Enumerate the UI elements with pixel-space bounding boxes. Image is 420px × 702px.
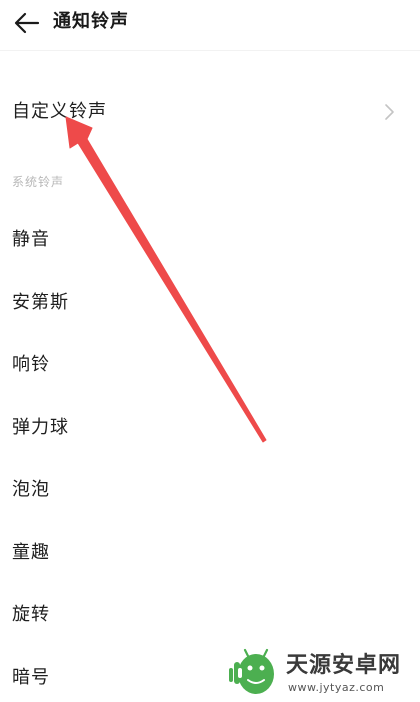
ringtone-label: 静音 — [12, 229, 50, 250]
ringtone-item-spin[interactable]: 旋转 — [0, 587, 420, 650]
custom-ringtone-label: 自定义铃声 — [12, 101, 107, 122]
watermark: 天源安卓网 www.jytyaz.com — [226, 648, 416, 700]
header-bar: 通知铃声 — [0, 0, 420, 46]
custom-ringtone-row[interactable]: 自定义铃声 — [0, 86, 420, 138]
android-logo-icon — [229, 648, 274, 694]
arrow-left-icon — [14, 12, 40, 34]
ringtone-item-ring[interactable]: 响铃 — [0, 337, 420, 400]
ringtone-item-silent[interactable]: 静音 — [0, 212, 420, 275]
watermark-title: 天源安卓网 — [286, 653, 402, 678]
ringtone-item-bubbles[interactable]: 泡泡 — [0, 462, 420, 525]
back-button[interactable] — [10, 6, 44, 40]
ringtone-item-andes[interactable]: 安第斯 — [0, 275, 420, 338]
system-ringtones-section-label: 系统铃声 — [12, 175, 65, 189]
watermark-url: www.jytyaz.com — [288, 681, 385, 694]
ringtone-label: 泡泡 — [12, 479, 50, 500]
ringtone-label: 响铃 — [12, 354, 50, 375]
notification-ringtone-screen: 通知铃声 自定义铃声 系统铃声 静音 安第斯 响铃 弹力球 泡泡 童趣 旋转 暗… — [0, 0, 420, 702]
ringtone-label: 安第斯 — [12, 291, 69, 313]
header-divider — [0, 50, 420, 51]
ringtone-label: 旋转 — [12, 604, 50, 625]
ringtone-item-bouncing-ball[interactable]: 弹力球 — [0, 400, 420, 463]
ringtone-item-childlike[interactable]: 童趣 — [0, 525, 420, 588]
ringtone-label: 童趣 — [12, 541, 50, 563]
chevron-right-icon — [385, 104, 394, 120]
ringtone-label: 暗号 — [12, 666, 50, 688]
page-title: 通知铃声 — [53, 11, 129, 32]
system-ringtone-list: 静音 安第斯 响铃 弹力球 泡泡 童趣 旋转 暗号 — [0, 212, 420, 702]
ringtone-label: 弹力球 — [12, 416, 69, 438]
